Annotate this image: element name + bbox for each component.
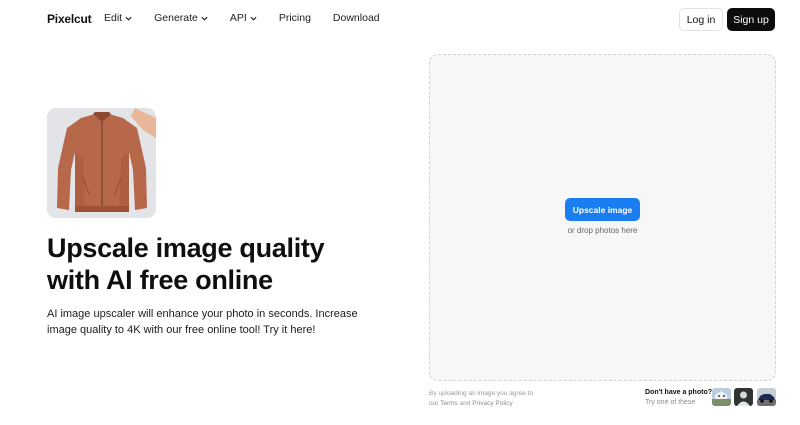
sample-title: Don't have a photo? [645,389,712,396]
sample-house-thumbnail[interactable] [712,388,731,406]
car-photo-icon [757,388,776,406]
nav-download[interactable]: Download [333,12,380,24]
portrait-photo-icon [734,388,753,406]
chevron-down-icon [125,16,132,21]
logo[interactable]: Pixelcut [47,12,92,26]
nav-pricing-label: Pricing [278,12,311,24]
nav-links: Edit Generate API Pricing Download [104,12,402,24]
upscale-image-button[interactable]: Upscale image [565,198,640,221]
nav-api[interactable]: API [230,12,257,24]
nav-download-label: Download [332,12,380,24]
terms-and: and [459,399,471,407]
top-nav: Pixelcut Edit Generate API Pricing Downl… [0,0,800,40]
privacy-policy-link[interactable]: Privacy Policy [472,400,512,407]
signup-button[interactable]: Sign up [727,8,775,31]
nav-pricing[interactable]: Pricing [279,12,311,24]
chevron-down-icon [201,16,208,21]
terms-link[interactable]: Terms [440,400,458,407]
sample-portrait-thumbnail[interactable] [734,388,753,406]
nav-edit[interactable]: Edit [104,12,132,24]
nav-generate-label: Generate [154,12,198,24]
drop-hint: or drop photos here [567,226,638,235]
hero-jacket-image [47,108,156,218]
sample-photos-label: Don't have a photo? Try one of these [645,388,712,407]
sample-subtitle: Try one of these [645,398,696,406]
nav-edit-label: Edit [104,12,123,24]
sample-car-thumbnail[interactable] [757,388,776,406]
terms-notice: By uploading an image you agree to our T… [429,389,533,408]
login-button[interactable]: Log in [679,8,723,31]
terms-line-1: By uploading an image you agree to [429,390,534,397]
chevron-down-icon [250,16,257,21]
page-description: AI image upscaler will enhance your phot… [47,308,358,336]
terms-our: our [429,399,439,407]
page-title: Upscale image quality with AI free onlin… [47,233,325,295]
jacket-photo-icon [47,108,156,218]
terms-line-2: our Terms and Privacy Policy [429,399,533,409]
house-photo-icon [712,388,731,406]
nav-api-label: API [229,12,247,24]
nav-generate[interactable]: Generate [154,12,208,24]
